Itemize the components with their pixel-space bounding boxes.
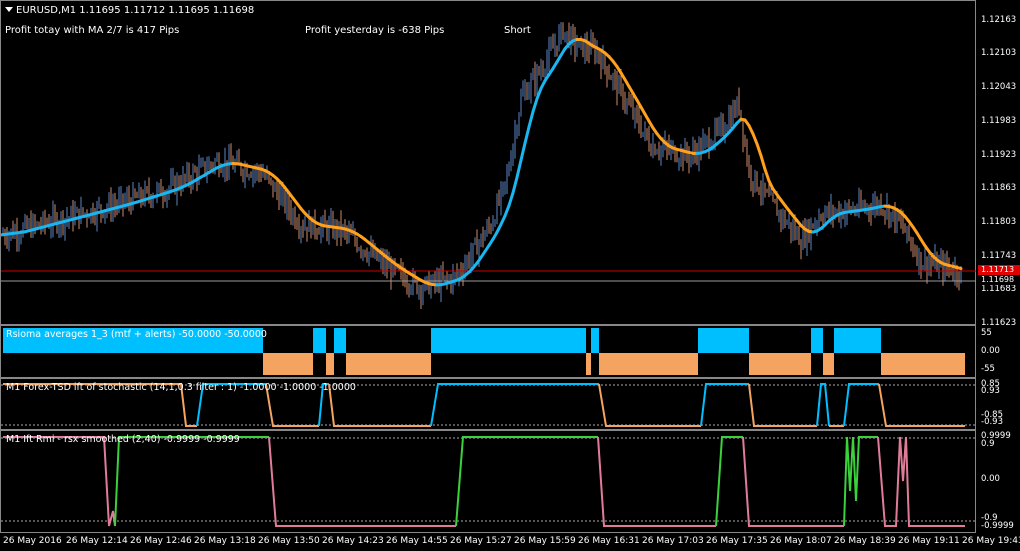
price-axis-label: 1.11743 xyxy=(981,251,1017,261)
rmi-line-segment xyxy=(455,436,598,527)
rsioma-bar xyxy=(749,353,811,375)
time-label: 26 May 13:50 xyxy=(258,536,320,546)
rsioma-bar xyxy=(698,328,749,353)
ift-rmi-axis-label: 0.9 xyxy=(981,439,995,449)
tsd-line-segment xyxy=(843,383,879,427)
rsioma-axis-label: 0.00 xyxy=(981,346,1000,356)
moving-average-segment xyxy=(763,167,771,183)
price-axis-label: 1.12043 xyxy=(981,82,1017,92)
moving-average-segment xyxy=(955,266,963,271)
rmi-line-segment xyxy=(597,436,716,527)
forex-tsd-pane[interactable]: M1 Forex-TSD ift of stochastic (14,1,0.3… xyxy=(0,378,977,430)
rsioma-bar xyxy=(458,328,586,353)
ift-rmi-axis-label: 0.00 xyxy=(981,474,1000,484)
moving-average-segment xyxy=(503,204,511,218)
forex-tsd-axis-label: -0.93 xyxy=(981,417,1003,427)
rsioma-bar xyxy=(881,353,965,375)
profit-today-label: Profit totay with MA 2/7 is 417 Pips xyxy=(5,25,180,36)
rmi-line-segment xyxy=(843,436,878,527)
rmi-line-segment xyxy=(268,436,456,527)
moving-average-segment xyxy=(531,97,539,114)
tsd-line-segment xyxy=(748,383,817,427)
moving-average-segment xyxy=(523,125,531,145)
ift-rmi-axis: 0.9999 0.9 0.00 -0.9 -0.9999 xyxy=(976,430,1020,533)
moving-average-segment xyxy=(751,132,759,146)
time-label: 26 May 17:03 xyxy=(642,536,704,546)
rsioma-bar xyxy=(263,353,313,375)
ift-rmi-pane[interactable]: M1 Ift Rmi - rsx smoothed (2,40) -0.9999… xyxy=(0,430,977,533)
price-axis-label: 1.11683 xyxy=(981,284,1017,294)
price-axis-label: 1.11863 xyxy=(981,183,1017,193)
tsd-line-segment xyxy=(430,383,599,427)
price-axis-label: 1.12163 xyxy=(981,15,1017,25)
symbol-header: EURUSD,M1 1.11695 1.11712 1.11695 1.1169… xyxy=(5,5,254,16)
time-label: 26 May 19:43 xyxy=(962,536,1020,546)
symbol-header-text: EURUSD,M1 1.11695 1.11712 1.11695 1.1169… xyxy=(16,5,255,16)
tsd-line-segment xyxy=(878,383,965,427)
time-label: 26 May 12:46 xyxy=(130,536,192,546)
time-label: 26 May 14:23 xyxy=(322,536,384,546)
rsioma-bar xyxy=(586,353,591,375)
rsioma-axis: 55 0.00 -55 xyxy=(976,325,1020,378)
rsioma-axis-label: 55 xyxy=(981,328,992,338)
rsioma-bar xyxy=(811,328,823,353)
rsioma-axis-label: -55 xyxy=(981,364,995,374)
price-axis-label: 1.11923 xyxy=(981,150,1017,160)
rsioma-bar xyxy=(346,353,431,375)
rmi-line-segment xyxy=(742,436,844,527)
moving-average-segment xyxy=(519,141,527,162)
time-label: 26 May 13:18 xyxy=(194,536,256,546)
rsioma-bar xyxy=(823,353,834,375)
time-label: 26 May 19:11 xyxy=(898,536,960,546)
tsd-line-segment xyxy=(598,383,701,427)
time-label: 26 May 18:07 xyxy=(770,536,832,546)
moving-average-segment xyxy=(759,154,767,171)
moving-average-segment xyxy=(527,110,535,129)
moving-average-segment xyxy=(511,175,519,195)
price-axis-label: 1.11803 xyxy=(981,217,1017,227)
forex-tsd-axis-label: 0.93 xyxy=(981,386,1000,396)
rmi-line-segment xyxy=(3,436,116,527)
rmi-line-segment xyxy=(877,436,965,527)
ift-rmi-axis-label: -0.9999 xyxy=(981,521,1014,531)
rsioma-bar xyxy=(313,328,326,353)
price-chart-pane[interactable]: EURUSD,M1 1.11695 1.11712 1.11695 1.1169… xyxy=(0,0,977,325)
rmi-line-segment xyxy=(715,436,743,527)
time-label: 26 May 15:27 xyxy=(450,536,512,546)
moving-average-segment xyxy=(755,142,763,158)
moving-average-segment xyxy=(507,191,515,208)
time-label: 26 May 15:59 xyxy=(514,536,576,546)
ift-rmi-lines xyxy=(1,436,977,527)
tsd-line-segment xyxy=(816,383,830,427)
forex-tsd-axis: 0.85 0.93 -0.85 -0.93 xyxy=(976,378,1020,430)
time-label: 26 May 14:55 xyxy=(386,536,448,546)
rsioma-bar xyxy=(591,328,599,353)
time-label: 26 May 16:31 xyxy=(578,536,640,546)
rsioma-title: Rsioma averages 1_3 (mtf + alerts) -50.0… xyxy=(6,329,267,340)
time-label: 26 May 12:14 xyxy=(66,536,128,546)
forex-tsd-title: M1 Forex-TSD ift of stochastic (14,1,0.3… xyxy=(6,382,356,393)
profit-yesterday-label: Profit yesterday is -638 Pips xyxy=(305,25,445,36)
signal-label: Short xyxy=(504,25,531,36)
time-label: 26 May 18:39 xyxy=(834,536,896,546)
rsioma-bar xyxy=(334,328,346,353)
dropdown-triangle-icon[interactable] xyxy=(5,7,13,12)
moving-average-segment xyxy=(535,86,543,101)
time-label: 26 May 2016 xyxy=(3,536,62,546)
price-axis-label: 1.11983 xyxy=(981,116,1017,126)
red-price-tag: 1.11713 xyxy=(978,265,1020,275)
rsioma-bar xyxy=(599,353,698,375)
time-label: 26 May 17:35 xyxy=(706,536,768,546)
rsioma-pane[interactable]: Rsioma averages 1_3 (mtf + alerts) -50.0… xyxy=(0,325,976,378)
rsioma-bar xyxy=(834,328,881,353)
price-axis-label: 1.12103 xyxy=(981,48,1017,58)
rsioma-bar xyxy=(431,328,458,353)
price-chart-svg xyxy=(1,22,977,310)
moving-average-segment xyxy=(515,158,523,179)
bid-price-tag: 1.11698 xyxy=(978,275,1020,285)
rsioma-bar xyxy=(326,353,334,375)
ift-rmi-title: M1 Ift Rmi - rsx smoothed (2,40) -0.9999… xyxy=(6,434,240,445)
rmi-line-segment xyxy=(114,436,269,527)
tsd-line-segment xyxy=(700,383,749,427)
